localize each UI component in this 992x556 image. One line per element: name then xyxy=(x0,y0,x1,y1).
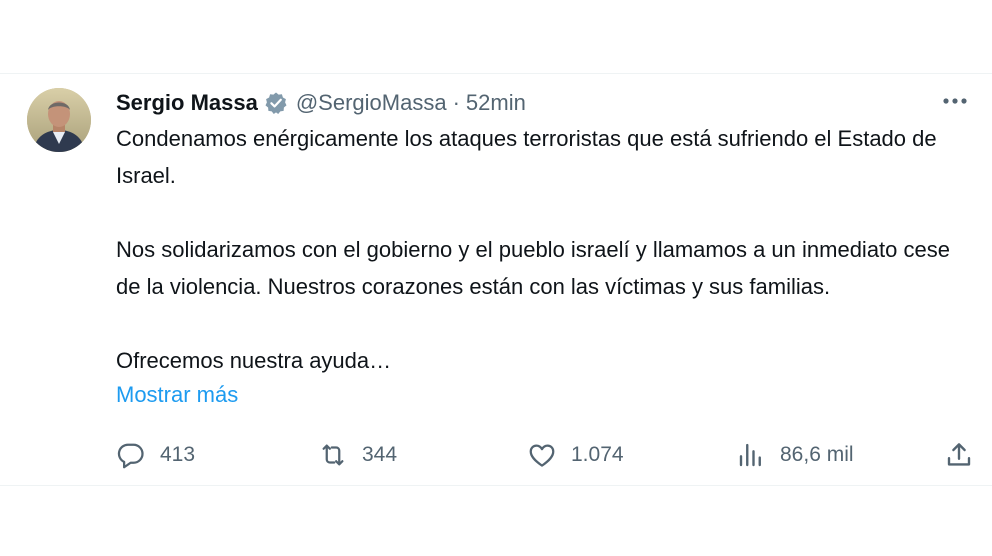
verified-badge-icon xyxy=(264,91,288,115)
views-bars-icon xyxy=(736,440,766,470)
separator-dot: · xyxy=(452,90,460,115)
reply-bubble-icon xyxy=(116,440,146,470)
like-button[interactable]: 1.074 xyxy=(527,438,624,472)
share-button[interactable] xyxy=(944,438,974,472)
show-more-link[interactable]: Mostrar más xyxy=(116,380,976,410)
page: Sergio Massa @SergioMassa · 52min Conden… xyxy=(0,0,992,556)
like-count: 1.074 xyxy=(571,443,624,466)
share-upload-icon xyxy=(944,440,974,470)
reply-count: 413 xyxy=(160,443,196,466)
reply-button[interactable]: 413 xyxy=(116,438,195,472)
more-button[interactable] xyxy=(940,86,970,116)
handle[interactable]: @SergioMassa xyxy=(296,88,447,118)
tweet-paragraph: Nos solidarizamos con el gobierno y el p… xyxy=(116,237,950,299)
tweet-body: Condenamos enérgicamente los ataques ter… xyxy=(116,120,976,410)
tweet-paragraph: Condenamos enérgicamente los ataques ter… xyxy=(116,126,937,188)
timestamp[interactable]: 52min xyxy=(466,88,526,118)
repost-arrows-icon xyxy=(318,440,348,470)
tweet-card[interactable]: Sergio Massa @SergioMassa · 52min Conden… xyxy=(0,73,992,486)
views-count: 86,6 mil xyxy=(780,443,854,466)
heart-icon xyxy=(527,440,557,470)
repost-count: 344 xyxy=(362,443,398,466)
views-button[interactable]: 86,6 mil xyxy=(736,438,854,472)
avatar[interactable] xyxy=(27,88,91,152)
action-bar: 413 344 1.074 86,6 mil xyxy=(0,438,992,472)
display-name[interactable]: Sergio Massa xyxy=(116,88,258,118)
repost-button[interactable]: 344 xyxy=(318,438,397,472)
tweet-paragraph: Ofrecemos nuestra ayuda… xyxy=(116,348,392,373)
more-horizontal-icon xyxy=(943,98,967,104)
tweet-header: Sergio Massa @SergioMassa · 52min xyxy=(116,88,526,118)
